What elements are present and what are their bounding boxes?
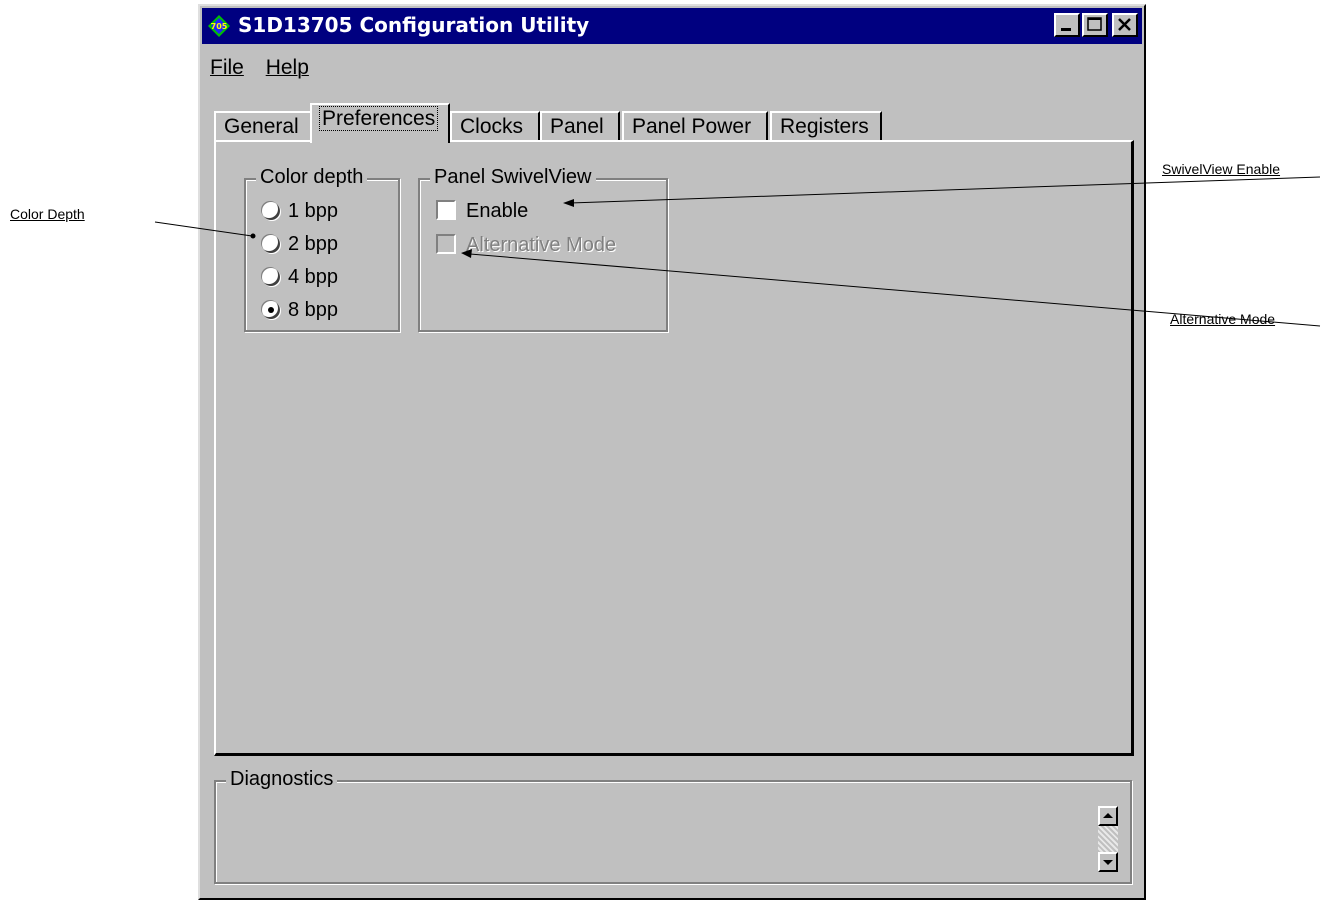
maximize-button[interactable] [1082, 13, 1108, 37]
enable-label: Enable [466, 200, 529, 222]
checkbox-disabled-icon [436, 234, 456, 254]
tab-preferences[interactable]: Preferences [310, 103, 450, 143]
minimize-button[interactable] [1054, 13, 1080, 37]
annotation-color-depth: Color Depth [10, 206, 85, 222]
tab-clocks[interactable]: Clocks [450, 111, 540, 141]
app-window: 705 S1D13705 Configuration Utility File … [198, 4, 1146, 900]
menu-file[interactable]: File [210, 56, 244, 79]
arrow-down-icon [1103, 860, 1113, 865]
radio-label: 1 bpp [288, 200, 339, 222]
close-button[interactable] [1112, 13, 1138, 37]
annotation-alternative-mode: Alternative Mode [1170, 311, 1276, 327]
tab-label: Registers [780, 115, 869, 138]
maximize-icon [1087, 17, 1102, 31]
title-bar[interactable]: 705 S1D13705 Configuration Utility [202, 8, 1142, 44]
radio-label: 4 bpp [288, 266, 339, 288]
swivelview-group: Panel SwivelView Enable Alternative Mode [418, 166, 668, 332]
tab-label: Clocks [460, 115, 524, 138]
close-icon [1118, 18, 1131, 31]
radio-8bpp[interactable]: 8 bpp [262, 299, 338, 322]
diagnostics-scrollbar[interactable] [1098, 806, 1118, 872]
tab-panel-power[interactable]: Panel Power [622, 111, 768, 141]
enable-checkbox[interactable]: Enable [436, 200, 528, 223]
radio-label: 2 bpp [288, 233, 339, 255]
alternative-mode-checkbox: Alternative Mode [436, 234, 616, 257]
diagnostics-legend: Diagnostics [226, 768, 338, 791]
radio-button-icon [262, 202, 280, 220]
annotation-swivelview-enable: SwivelView Enable [1162, 161, 1281, 177]
checkbox-icon [436, 200, 456, 220]
color-depth-legend: Color depth [256, 166, 368, 189]
radio-4bpp[interactable]: 4 bpp [262, 266, 338, 289]
radio-label: 8 bpp [288, 299, 339, 321]
window-title: S1D13705 Configuration Utility [238, 13, 590, 37]
tab-label: General [224, 115, 299, 138]
tab-label: Panel Power [632, 115, 752, 138]
scroll-track[interactable] [1098, 826, 1118, 852]
scroll-up-button[interactable] [1098, 806, 1118, 826]
radio-button-icon [262, 235, 280, 253]
radio-2bpp[interactable]: 2 bpp [262, 233, 338, 256]
radio-button-selected-icon [262, 301, 280, 319]
tab-label: Preferences [318, 106, 439, 131]
menu-help[interactable]: Help [266, 56, 309, 79]
app-icon: 705 [208, 15, 230, 37]
tab-registers[interactable]: Registers [770, 111, 882, 141]
tab-general[interactable]: General [214, 111, 312, 141]
tab-panel[interactable]: Panel [540, 111, 620, 141]
scroll-down-button[interactable] [1098, 852, 1118, 872]
svg-text:705: 705 [211, 22, 228, 31]
alternative-mode-label: Alternative Mode [466, 234, 617, 256]
radio-button-icon [262, 268, 280, 286]
color-depth-group: Color depth 1 bpp 2 bpp 4 bpp 8 bpp [244, 166, 400, 332]
preferences-panel: Color depth 1 bpp 2 bpp 4 bpp 8 bpp Pane… [214, 140, 1134, 756]
menu-bar: File Help [210, 56, 325, 80]
radio-1bpp[interactable]: 1 bpp [262, 200, 338, 223]
arrow-up-icon [1103, 813, 1113, 818]
minimize-icon [1061, 28, 1071, 31]
tab-label: Panel [550, 115, 604, 138]
diagnostics-group: Diagnostics [214, 768, 1132, 884]
swivelview-legend: Panel SwivelView [430, 166, 596, 189]
